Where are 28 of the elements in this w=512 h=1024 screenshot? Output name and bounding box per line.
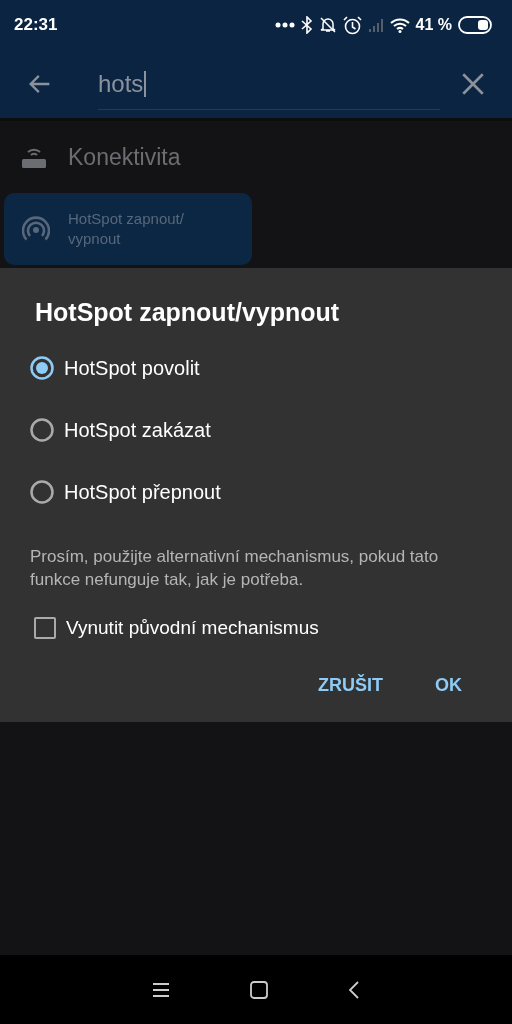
hotspot-icon [22, 215, 50, 243]
checkbox[interactable] [34, 617, 56, 639]
bluetooth-icon [300, 16, 313, 34]
dialog-message: Prosím, použijte alternativní mechanismus, pokud tato funkce nefunguje tak, jak je potřeba. [30, 546, 440, 591]
signal-icon [367, 17, 384, 33]
battery-percent: 41 % [415, 16, 452, 34]
dialog-button[interactable]: OK [419, 665, 478, 706]
more-icon [274, 21, 295, 29]
muted-bell-icon [318, 16, 337, 34]
back-icon[interactable] [348, 980, 360, 999]
checkbox-label: Vynutit původní mechanismus [66, 617, 319, 639]
radio-option[interactable]: HotSpot přepnout [30, 461, 221, 523]
alarm-icon [342, 15, 362, 35]
menu-icon[interactable] [152, 981, 170, 998]
radio-button[interactable] [30, 480, 54, 504]
dialog-button[interactable]: ZRUŠIT [302, 665, 399, 706]
close-icon[interactable] [460, 71, 486, 97]
radio-button[interactable] [30, 356, 54, 380]
wifi-icon [389, 17, 410, 33]
radio-option[interactable]: HotSpot povolit [30, 337, 200, 399]
category-title: Konektivita [68, 143, 181, 171]
dialog-title: HotSpot zapnout/vypnout [35, 298, 341, 327]
radio-button[interactable] [30, 418, 54, 442]
radio-option[interactable]: HotSpot zakázat [30, 399, 211, 461]
home-icon[interactable] [250, 980, 268, 999]
status-time: 22:31 [14, 15, 58, 35]
battery-icon [458, 16, 492, 34]
result-label: HotSpot zapnout/ vypnout [68, 209, 184, 249]
